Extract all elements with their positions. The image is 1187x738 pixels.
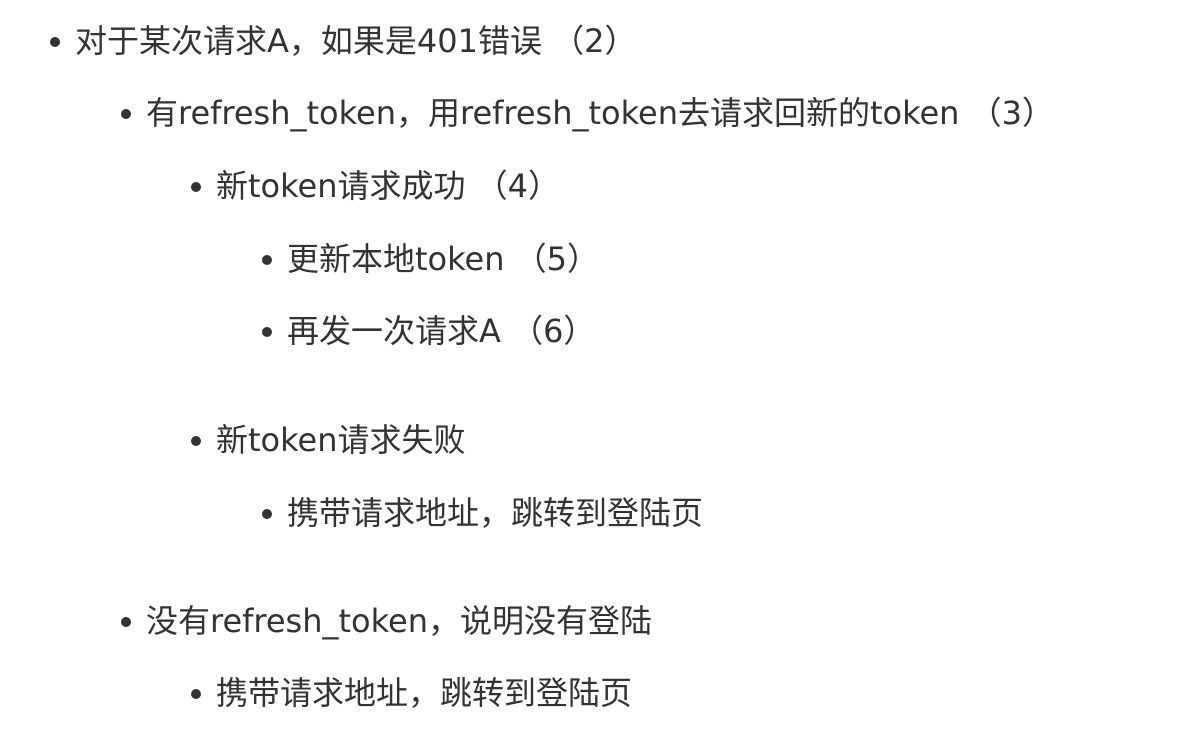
bullet-icon	[191, 182, 201, 192]
bullet-icon	[191, 689, 201, 699]
list-item-text: 新token请求成功 （4）	[216, 167, 561, 205]
bullet-icon	[191, 436, 201, 446]
list-item-text: 有refresh_token，用refresh_token去请求回新的token…	[146, 94, 1054, 132]
list-item-text: 没有refresh_token，说明没有登陆	[146, 602, 652, 640]
list-item: 新token请求失败	[191, 420, 466, 460]
list-item: 新token请求成功 （4）	[191, 166, 561, 206]
bullet-icon	[262, 509, 272, 519]
list-item-text: 对于某次请求A，如果是401错误 （2）	[75, 22, 637, 60]
bullet-icon	[50, 37, 60, 47]
list-item-text: 再发一次请求A （6）	[287, 312, 596, 350]
list-item: 再发一次请求A （6）	[262, 311, 596, 351]
bullet-icon	[262, 327, 272, 337]
list-item-text: 携带请求地址，跳转到登陆页	[216, 674, 633, 712]
bullet-icon	[121, 617, 131, 627]
list-item-text: 新token请求失败	[216, 421, 466, 459]
list-item-text: 携带请求地址，跳转到登陆页	[287, 494, 704, 532]
list-item: 更新本地token （5）	[262, 239, 600, 279]
list-item: 携带请求地址，跳转到登陆页	[262, 493, 704, 533]
bullet-icon	[262, 255, 272, 265]
list-item-text: 更新本地token （5）	[287, 240, 600, 278]
bullet-icon	[121, 109, 131, 119]
list-item: 有refresh_token，用refresh_token去请求回新的token…	[121, 93, 1054, 133]
list-item: 没有refresh_token，说明没有登陆	[121, 601, 652, 641]
list-item: 携带请求地址，跳转到登陆页	[191, 673, 633, 713]
list-item: 对于某次请求A，如果是401错误 （2）	[50, 21, 637, 61]
